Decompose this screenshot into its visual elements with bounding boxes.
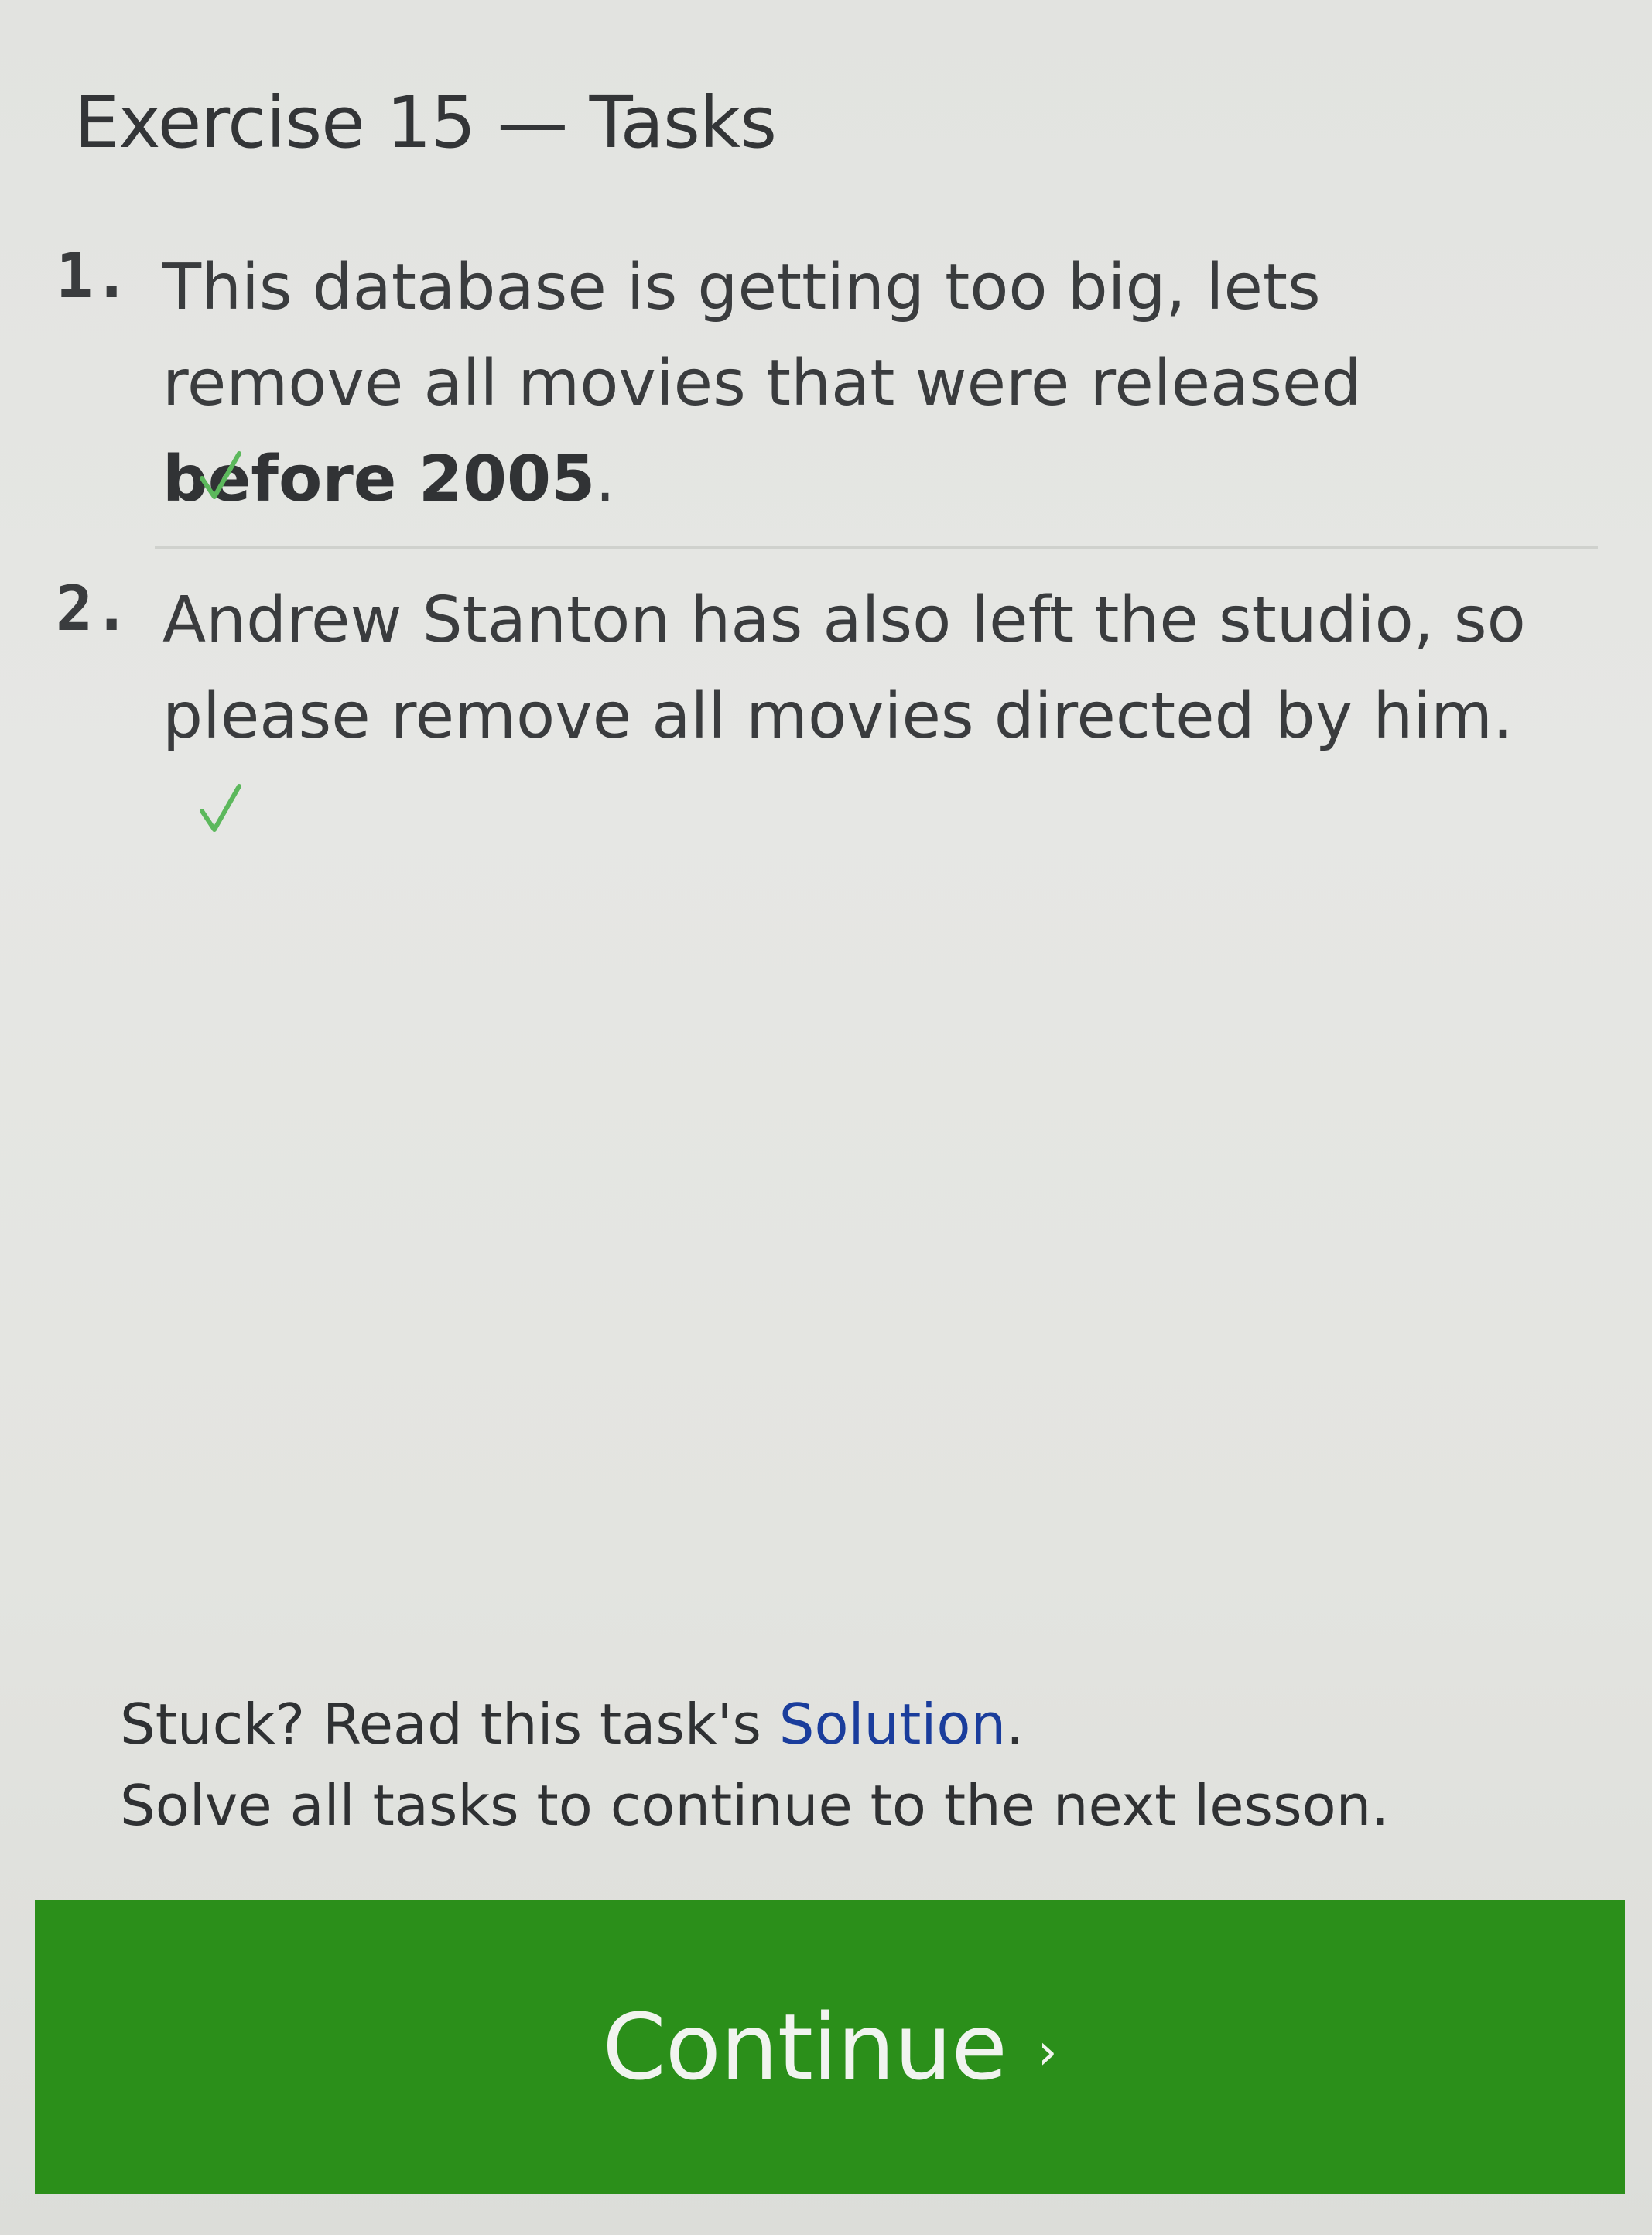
chevron-right-icon: › [1038,2024,1058,2081]
page-title: Exercise 15 — Tasks [74,81,777,164]
stuck-hint: Stuck? Read this task's Solution. [120,1691,1024,1758]
solution-link[interactable]: Solution [779,1692,1006,1757]
check-icon [200,451,241,499]
solve-all-message: Solve all tasks to continue to the next … [120,1773,1390,1838]
tasks-panel: Exercise 15 — Tasks 1. This database is … [0,0,1652,2235]
task-item: 1. This database is getting too big, let… [0,240,1652,546]
stuck-text: Stuck? Read this task's [120,1692,779,1757]
task-item: 2. Andrew Stanton has also left the stud… [0,573,1652,851]
task-number: 2. [56,573,131,645]
task-text-part: This database is getting too big, lets r… [162,251,1362,420]
task-description: This database is getting too big, lets r… [162,240,1578,528]
task-divider [155,546,1598,549]
task-text-end: . [595,443,616,516]
check-icon [200,784,241,832]
continue-button[interactable]: Continue › [35,1900,1625,2194]
continue-label: Continue [602,1994,1007,2100]
task-description: Andrew Stanton has also left the studio,… [162,584,1526,753]
task-number: 1. [56,240,131,312]
stuck-period: . [1006,1692,1024,1757]
